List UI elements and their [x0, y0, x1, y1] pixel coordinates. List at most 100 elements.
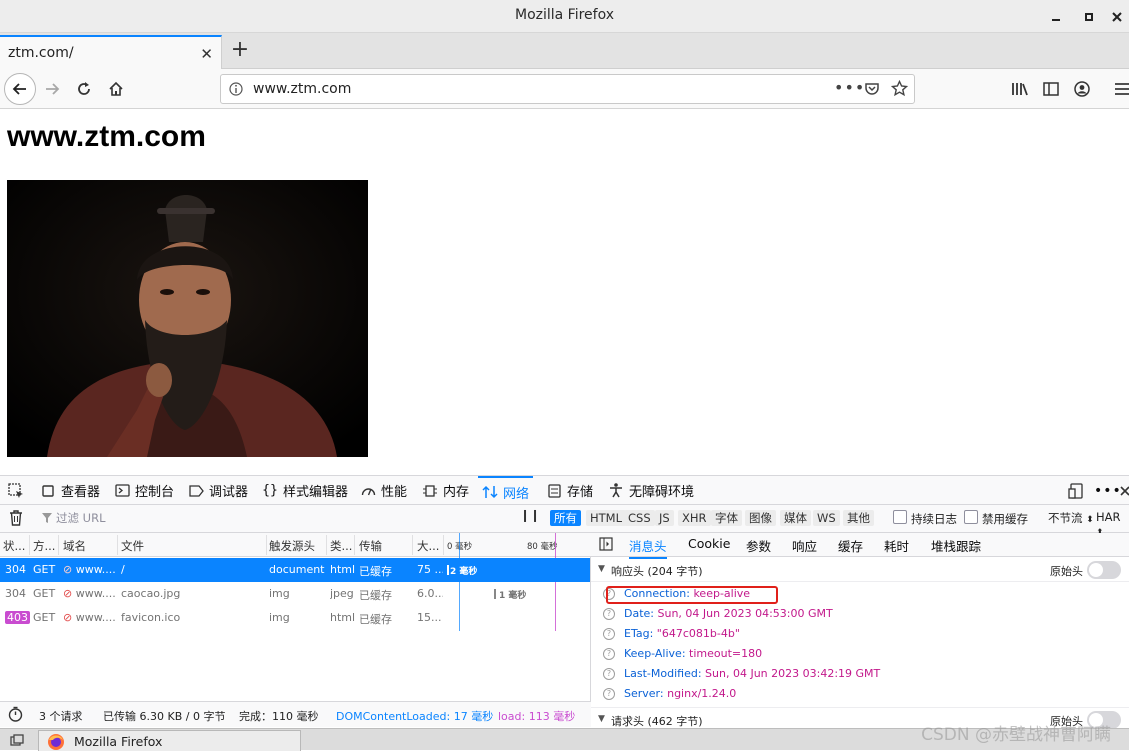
window-title: Mozilla Firefox — [514, 7, 615, 23]
tab-storage[interactable]: 存储 — [542, 476, 597, 505]
forward-arrow-icon[interactable] — [38, 75, 66, 103]
network-filter-bar: 过滤 URL ❙❙ 持续日志 禁用缓存 不节流 ⬍ HAR ⬍ 所有 HTMLCS… — [0, 505, 1129, 538]
disable-cache-label: 禁用缓存 — [982, 512, 1028, 526]
filter-type-6[interactable]: 图像 — [745, 510, 776, 526]
tab-response[interactable]: 响应 — [792, 536, 817, 555]
sidebar-icon[interactable] — [1037, 75, 1065, 103]
filter-type-4[interactable]: XHR — [678, 510, 711, 526]
show-desktop-icon[interactable] — [10, 734, 24, 746]
firefox-logo-icon — [47, 733, 65, 751]
devtools-close-icon[interactable] — [1116, 476, 1129, 505]
tab-stack-trace[interactable]: 堆栈跟踪 — [931, 536, 981, 555]
reload-icon[interactable] — [70, 75, 98, 103]
filter-url-input[interactable]: 过滤 URL — [56, 510, 105, 526]
filter-type-1[interactable]: HTML — [586, 510, 627, 526]
tab-style-editor[interactable]: {} 样式编辑器 — [258, 476, 352, 505]
cell-status: 304 — [5, 587, 26, 600]
tab-timings[interactable]: 耗时 — [884, 536, 909, 555]
tab-inspector[interactable]: 查看器 — [36, 476, 104, 505]
tab-headers[interactable]: 消息头 — [629, 536, 667, 559]
column-method[interactable]: 方... — [33, 538, 55, 554]
summary-requests: 3 个请求 — [39, 710, 83, 723]
cell-file: favicon.ico — [121, 611, 181, 624]
table-row[interactable]: 403 GET ⊘ www.... favicon.ico img html 已缓存 15..… — [0, 606, 590, 630]
annotation-highlight-box — [606, 586, 778, 604]
response-header-row[interactable]: ? Last-Modified: Sun, 04 Jun 2023 03:42:1… — [603, 667, 880, 680]
table-row[interactable]: 304 GET ⊘ www.... / document html 已缓存 75 ... 2 毫… — [0, 558, 590, 582]
info-icon[interactable] — [229, 82, 243, 96]
cell-cause: img — [269, 587, 290, 600]
tab-params[interactable]: 参数 — [746, 536, 771, 555]
response-header-row[interactable]: ? Keep-Alive: timeout=180 — [603, 647, 762, 660]
pause-icon[interactable]: ❙❙ — [520, 508, 540, 522]
new-tab-plus-icon[interactable]: + — [229, 37, 251, 63]
column-transferred[interactable]: 传输 — [359, 538, 382, 554]
column-domain[interactable]: 域名 — [63, 538, 86, 554]
response-headers-section[interactable]: ▼ 响应头 (204 字节) 原始头 — [591, 558, 1129, 582]
cell-type: jpeg — [330, 587, 354, 600]
filter-type-0[interactable]: 所有 — [550, 510, 581, 526]
help-icon[interactable]: ? — [603, 668, 615, 680]
throttle-select[interactable]: 不节流 ⬍ — [1048, 510, 1094, 526]
tab-console[interactable]: 控制台 — [110, 476, 178, 505]
home-icon[interactable] — [102, 75, 130, 103]
tab-debugger[interactable]: 调试器 — [184, 476, 252, 505]
cell-status: 403 — [5, 611, 31, 624]
tab-performance[interactable]: 性能 — [356, 476, 411, 505]
table-row[interactable]: 304 GET ⊘ www.... caocao.jpg img jpeg 已缓存 6.0..… — [0, 582, 590, 606]
bookmark-star-icon[interactable] — [891, 80, 908, 97]
stopwatch-icon[interactable] — [8, 706, 23, 722]
column-cause[interactable]: 触发源头 — [269, 538, 315, 554]
column-size[interactable]: 大... — [417, 538, 439, 554]
response-header-row[interactable]: ? Date: Sun, 04 Jun 2023 04:53:00 GMT — [603, 607, 833, 620]
tab-ztm[interactable]: ztm.com/ ✕ — [0, 35, 222, 69]
back-arrow-icon[interactable] — [4, 73, 36, 105]
header-value: Sun, 04 Jun 2023 03:42:19 GMT — [705, 667, 881, 680]
response-header-row[interactable]: ? Server: nginx/1.24.0 — [603, 687, 736, 700]
element-picker-icon[interactable] — [4, 476, 28, 505]
cell-method: GET — [33, 563, 56, 576]
filter-funnel-icon — [42, 513, 52, 524]
toggle-panel-icon[interactable] — [599, 537, 613, 551]
filter-type-8[interactable]: WS — [813, 510, 840, 526]
close-window-icon[interactable] — [1108, 8, 1126, 26]
persist-log-checkbox[interactable] — [893, 510, 907, 524]
url-bar[interactable]: www.ztm.com ••• — [220, 74, 915, 104]
page-actions-icon[interactable]: ••• — [834, 78, 865, 97]
taskbar-item-firefox[interactable]: Mozilla Firefox — [38, 730, 301, 751]
responsive-design-icon[interactable] — [1064, 476, 1088, 505]
filter-type-7[interactable]: 媒体 — [780, 510, 811, 526]
filter-type-5[interactable]: 字体 — [711, 510, 742, 526]
filter-type-9[interactable]: 其他 — [843, 510, 874, 526]
tab-cookie[interactable]: Cookie — [688, 536, 730, 551]
close-tab-icon[interactable]: ✕ — [200, 45, 213, 63]
raw-headers-toggle[interactable] — [1087, 561, 1121, 579]
menu-hamburger-icon[interactable] — [1108, 75, 1129, 103]
pocket-icon[interactable] — [864, 81, 880, 97]
cell-type: html — [330, 611, 356, 624]
expand-triangle-icon[interactable]: ▼ — [598, 714, 605, 724]
help-icon[interactable]: ? — [603, 648, 615, 660]
column-status[interactable]: 状... — [3, 538, 25, 554]
help-icon[interactable]: ? — [603, 688, 615, 700]
library-icon[interactable] — [1006, 75, 1034, 103]
tab-cache[interactable]: 缓存 — [838, 536, 863, 555]
maximize-icon[interactable] — [1080, 8, 1098, 26]
column-file[interactable]: 文件 — [121, 538, 144, 554]
header-name: Server: — [624, 687, 664, 700]
url-text[interactable]: www.ztm.com — [253, 81, 351, 97]
tab-network[interactable]: 网络 — [478, 476, 534, 506]
filter-type-3[interactable]: JS — [655, 510, 674, 526]
column-type[interactable]: 类... — [330, 538, 352, 554]
filter-type-2[interactable]: CSS — [624, 510, 655, 526]
disable-cache-checkbox[interactable] — [964, 510, 978, 524]
tab-accessibility[interactable]: 无障碍环境 — [604, 476, 698, 505]
response-header-row[interactable]: ? ETag: "647c081b-4b" — [603, 627, 740, 640]
account-icon[interactable] — [1068, 75, 1096, 103]
help-icon[interactable]: ? — [603, 608, 615, 620]
minimize-icon[interactable] — [1047, 8, 1065, 26]
expand-triangle-icon[interactable]: ▼ — [598, 564, 605, 574]
help-icon[interactable]: ? — [603, 628, 615, 640]
trash-icon[interactable] — [9, 510, 23, 526]
tab-memory[interactable]: 内存 — [418, 476, 473, 505]
